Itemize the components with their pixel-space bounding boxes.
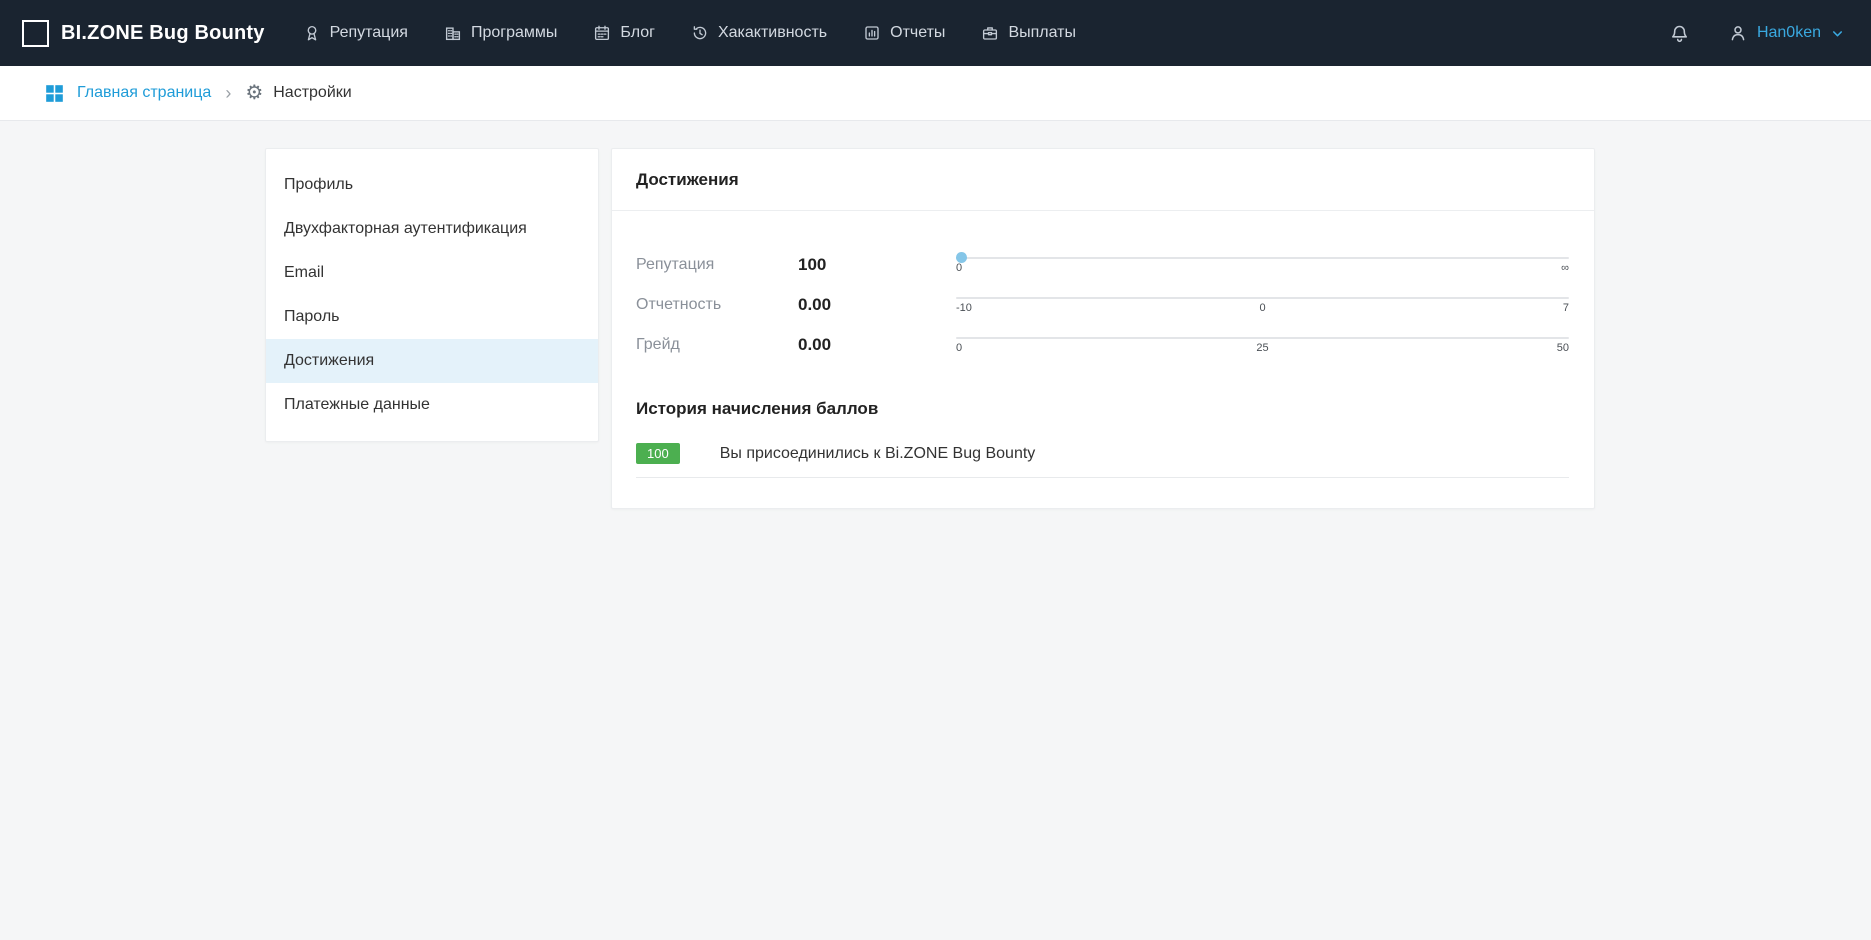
metric-row-reputation: Репутация 100 0 ∞ — [636, 245, 1569, 285]
breadcrumb-current: ⚙ Настройки — [245, 83, 351, 103]
user-icon — [1728, 23, 1748, 43]
scale-mid-label: 25 — [1256, 342, 1268, 354]
history-icon — [691, 24, 709, 42]
nav-item-reputation[interactable]: Репутация — [303, 24, 408, 42]
payments-icon — [981, 24, 999, 42]
home-grid-icon — [44, 83, 65, 104]
scale-min-label: 0 — [956, 262, 962, 274]
chevron-down-icon — [1830, 26, 1845, 41]
nav-label: Выплаты — [1008, 24, 1076, 42]
reputation-slider: 0 ∞ — [956, 255, 1569, 276]
achievements-card: Достижения Репутация 100 0 ∞ Отчетно — [611, 148, 1595, 509]
slider-track — [956, 297, 1569, 299]
scale-min-label: 0 — [956, 342, 962, 354]
scale-max-label: 50 — [1557, 342, 1569, 354]
slider-scale: 0 ∞ — [956, 262, 1569, 276]
reporting-slider: -10 0 7 — [956, 295, 1569, 316]
app-logo[interactable]: BI.ZONE Bug Bounty — [22, 20, 265, 47]
grade-slider: 0 25 50 — [956, 335, 1569, 356]
topbar-right: Han0ken — [1669, 23, 1845, 44]
breadcrumb-home-link[interactable]: Главная страница — [44, 83, 211, 104]
nav-item-blog[interactable]: Блог — [593, 24, 655, 42]
history-row: 100 Вы присоединились к Bi.ZONE Bug Boun… — [636, 443, 1569, 478]
scale-max-label: 7 — [1563, 302, 1569, 314]
gear-icon: ⚙ — [245, 83, 263, 103]
nav-label: Репутация — [330, 24, 408, 42]
metric-value: 0.00 — [798, 335, 956, 355]
nav-item-hackactivity[interactable]: Хакактивность — [691, 24, 827, 42]
logo-square-icon — [22, 20, 49, 47]
sidebar-item-email[interactable]: Email — [266, 251, 598, 295]
nav-label: Отчеты — [890, 24, 945, 42]
breadcrumb-separator: › — [225, 83, 231, 104]
scale-max-label: ∞ — [1561, 262, 1569, 274]
nav-item-programs[interactable]: Программы — [444, 24, 557, 42]
slider-scale: 0 25 50 — [956, 342, 1569, 356]
medal-icon — [303, 24, 321, 42]
main-nav: Репутация Программы Блог — [303, 24, 1076, 42]
metric-label: Репутация — [636, 256, 798, 274]
username: Han0ken — [1757, 24, 1821, 42]
sidebar-item-password[interactable]: Пароль — [266, 295, 598, 339]
report-icon — [863, 24, 881, 42]
sidebar-item-achievements[interactable]: Достижения — [266, 339, 598, 383]
metric-value: 100 — [798, 255, 956, 275]
scale-mid-label: 0 — [1259, 302, 1265, 314]
user-menu[interactable]: Han0ken — [1728, 23, 1845, 43]
topbar: BI.ZONE Bug Bounty Репутация Программы — [0, 0, 1871, 66]
history-text: Вы присоединились к Bi.ZONE Bug Bounty — [720, 445, 1036, 463]
history-title: История начисления баллов — [612, 373, 1594, 419]
nav-label: Хакактивность — [718, 24, 827, 42]
breadcrumb-current-label: Настройки — [273, 84, 351, 102]
sidebar-item-profile[interactable]: Профиль — [266, 163, 598, 207]
metric-row-reporting: Отчетность 0.00 -10 0 7 — [636, 285, 1569, 325]
building-icon — [444, 24, 462, 42]
metric-value: 0.00 — [798, 295, 956, 315]
breadcrumb-home-label: Главная страница — [77, 84, 211, 102]
points-badge: 100 — [636, 443, 680, 464]
metric-label: Отчетность — [636, 296, 798, 314]
sidebar-item-payment-data[interactable]: Платежные данные — [266, 383, 598, 427]
slider-scale: -10 0 7 — [956, 302, 1569, 316]
logo-text: BI.ZONE Bug Bounty — [61, 22, 265, 45]
history-list: 100 Вы присоединились к Bi.ZONE Bug Boun… — [636, 443, 1569, 478]
metric-label: Грейд — [636, 336, 798, 354]
nav-item-reports[interactable]: Отчеты — [863, 24, 945, 42]
sidebar-item-2fa[interactable]: Двухфакторная аутентификация — [266, 207, 598, 251]
card-title: Достижения — [612, 149, 1594, 211]
metrics: Репутация 100 0 ∞ Отчетность 0.00 — [612, 211, 1594, 373]
calendar-icon — [593, 24, 611, 42]
breadcrumb: Главная страница › ⚙ Настройки — [0, 66, 1871, 121]
nav-label: Блог — [620, 24, 655, 42]
slider-track — [956, 257, 1569, 259]
nav-item-payments[interactable]: Выплаты — [981, 24, 1076, 42]
metric-row-grade: Грейд 0.00 0 25 50 — [636, 325, 1569, 365]
notifications-bell-icon[interactable] — [1669, 23, 1690, 44]
scale-min-label: -10 — [956, 302, 972, 314]
content: Профиль Двухфакторная аутентификация Ema… — [0, 121, 1871, 509]
nav-label: Программы — [471, 24, 557, 42]
settings-sidebar: Профиль Двухфакторная аутентификация Ema… — [265, 148, 599, 442]
slider-track — [956, 337, 1569, 339]
